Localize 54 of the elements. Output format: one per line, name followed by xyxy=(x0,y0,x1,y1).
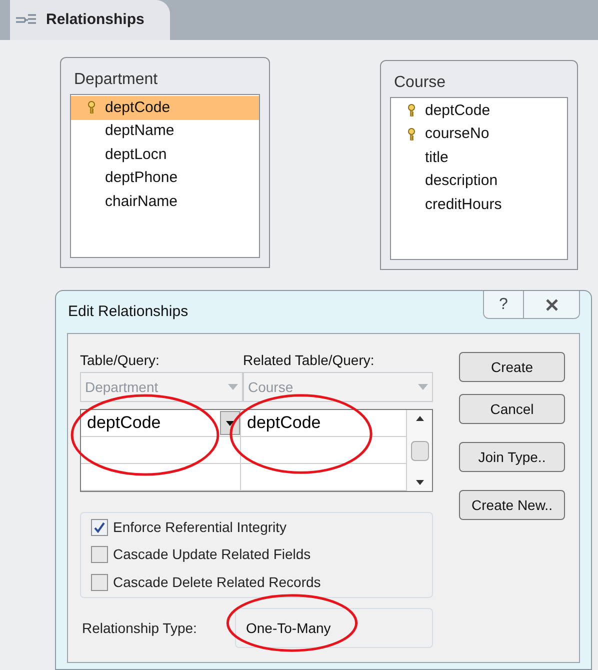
checkbox[interactable] xyxy=(91,519,108,536)
field-name: deptCode xyxy=(105,98,170,118)
dropdown-arrow-icon xyxy=(418,384,428,390)
checkbox-option[interactable]: Enforce Referential Integrity xyxy=(91,517,432,538)
help-button[interactable]: ? xyxy=(484,291,524,318)
close-icon xyxy=(544,298,558,310)
key-icon xyxy=(87,101,96,114)
table-title: Course xyxy=(393,73,447,93)
scrollbar[interactable] xyxy=(406,410,432,491)
field-list-item[interactable]: creditHours xyxy=(391,193,567,216)
field-name: courseNo xyxy=(425,124,490,144)
table-title: Department xyxy=(73,70,159,90)
dialog-button[interactable]: Create xyxy=(459,352,565,382)
field-list-item[interactable]: deptPhone xyxy=(71,166,259,190)
dropdown-arrow-icon xyxy=(228,384,238,390)
grid-cell[interactable]: deptCode xyxy=(241,410,406,436)
field-name: creditHours xyxy=(425,194,502,214)
close-button[interactable] xyxy=(524,291,579,318)
field-list-item[interactable]: description xyxy=(391,170,567,193)
scroll-down-icon xyxy=(416,480,424,485)
checkbox-option[interactable]: Cascade Delete Related Records xyxy=(91,572,432,593)
field-name: title xyxy=(425,148,448,168)
checkbox[interactable] xyxy=(91,546,108,564)
relationships-tab[interactable]: Relationships xyxy=(10,0,170,40)
field-list-item[interactable]: courseNo xyxy=(391,122,567,146)
key-icon xyxy=(407,104,416,118)
field-list-item[interactable]: deptLocn xyxy=(71,143,259,166)
dialog-button[interactable]: Cancel xyxy=(459,394,565,424)
field-label: Table/Query: xyxy=(80,351,160,370)
field-name: deptPhone xyxy=(105,168,178,188)
grid-cell[interactable]: deptCode xyxy=(81,410,241,436)
checkbox[interactable] xyxy=(91,574,108,591)
field-list-item[interactable]: deptCode xyxy=(391,99,567,122)
field-list-item[interactable]: chairName xyxy=(71,190,259,214)
field-list-item[interactable]: title xyxy=(391,146,567,170)
field-name: deptLocn xyxy=(105,144,167,164)
field-list-item[interactable]: deptName xyxy=(71,120,259,143)
dialog-button[interactable]: Create New.. xyxy=(459,490,565,520)
dropdown-arrow-icon xyxy=(226,420,234,426)
field-name: chairName xyxy=(105,192,178,212)
key-icon xyxy=(407,128,416,141)
relationship-type-label: Relationship Type: xyxy=(81,618,198,638)
dialog-button[interactable]: Join Type.. xyxy=(459,442,565,472)
dialog-title: Edit Relationships xyxy=(67,302,188,322)
checkbox-option[interactable]: Cascade Update Related Fields xyxy=(91,544,432,566)
field-list-item[interactable]: deptCode xyxy=(71,96,259,120)
scroll-thumb[interactable] xyxy=(410,440,428,460)
relationship-type-value: One-To-Many xyxy=(235,608,433,648)
field-name: deptCode xyxy=(425,100,490,120)
check-icon xyxy=(94,522,105,534)
scroll-up-icon xyxy=(416,416,424,421)
field-label: Related Table/Query: xyxy=(243,351,376,370)
field-name: deptName xyxy=(105,121,174,141)
field-name: description xyxy=(425,171,498,191)
